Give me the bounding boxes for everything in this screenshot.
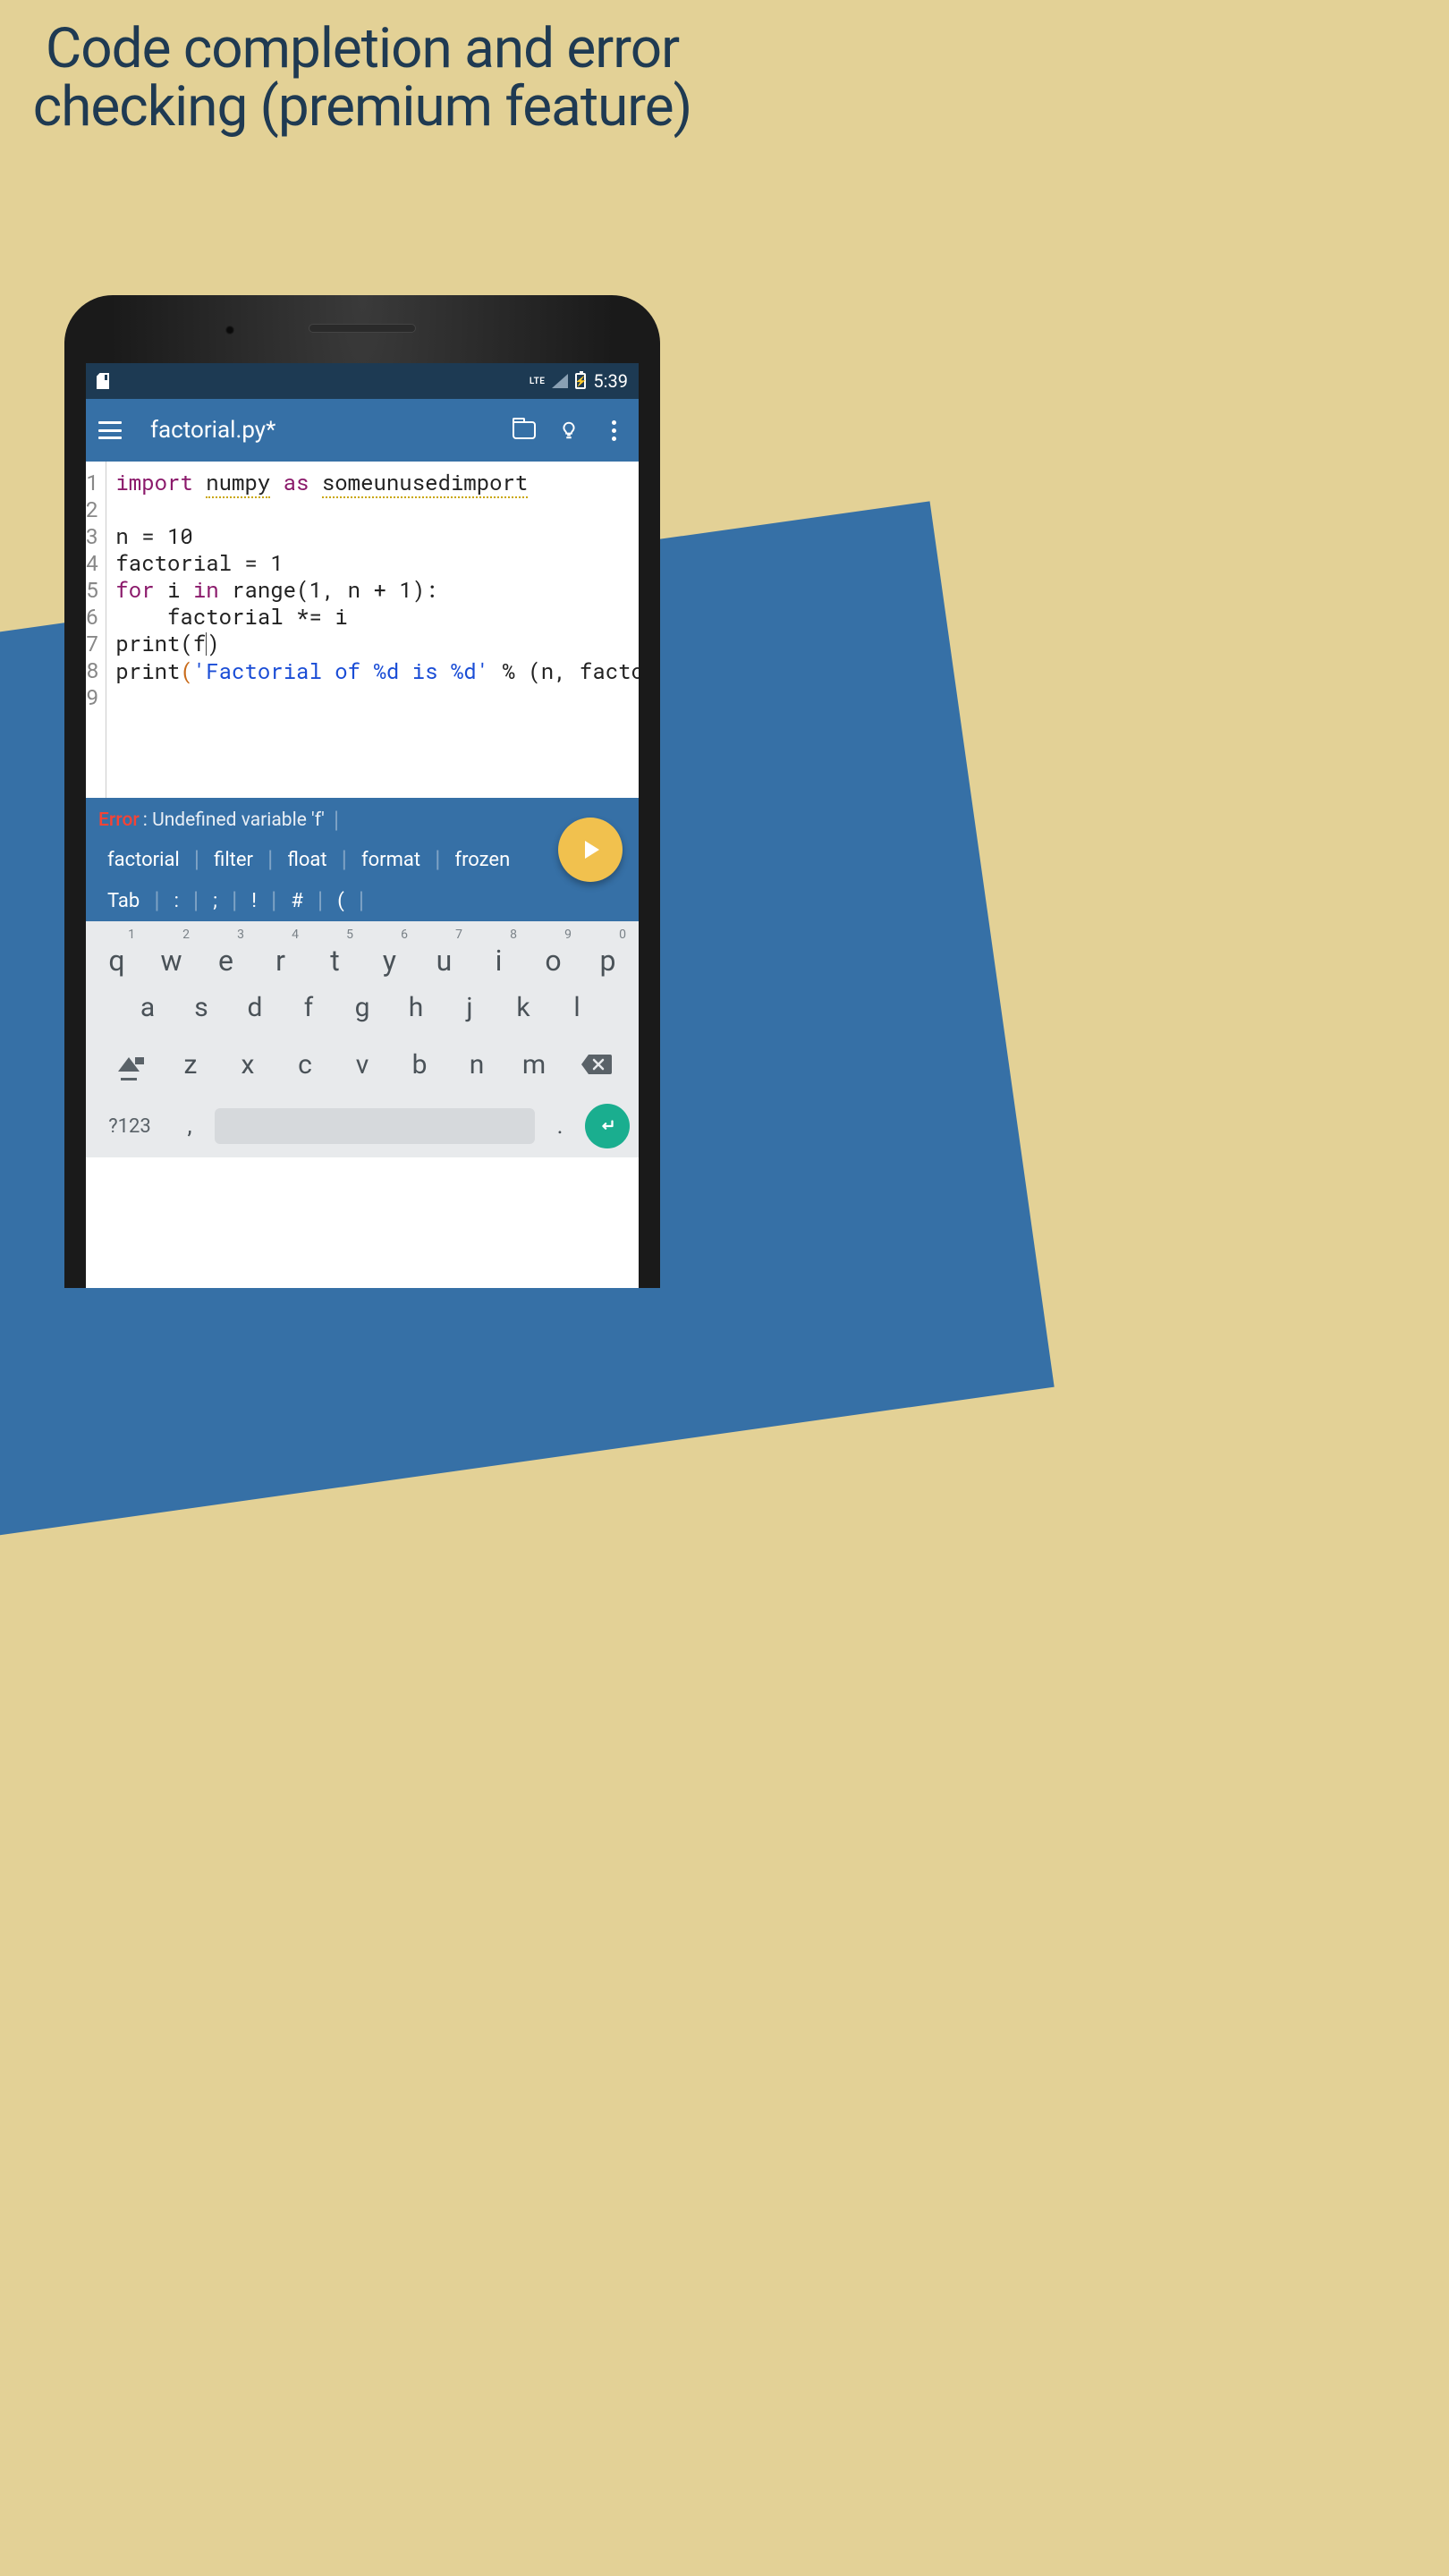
line-number: 5 [86, 576, 98, 603]
key-v[interactable]: v [336, 1043, 388, 1086]
key-d[interactable]: d [229, 986, 281, 1029]
lte-label: LTE [530, 377, 546, 386]
line-number: 4 [86, 549, 98, 576]
key-l[interactable]: l [551, 986, 603, 1029]
app-bar: factorial.py* [86, 399, 639, 462]
key-f[interactable]: f [283, 986, 335, 1029]
phone-speaker [309, 324, 416, 333]
line-number: 1 [86, 469, 98, 496]
separator-icon: | [194, 846, 199, 873]
ide-assist-bar: Error : Undefined variable 'f' | factori… [86, 798, 639, 921]
play-icon [585, 841, 599, 859]
run-button[interactable] [558, 818, 623, 882]
completion-item[interactable]: filter [205, 849, 262, 871]
period-key[interactable]: . [540, 1104, 580, 1148]
separator-icon: | [435, 846, 440, 873]
phone-frame: LTE ⚡ 5:39 factorial.py* [64, 295, 660, 1288]
line-number: 7 [86, 630, 98, 657]
key-n[interactable]: n [451, 1043, 503, 1086]
key-h[interactable]: h [390, 986, 442, 1029]
clock: 5:39 [593, 370, 628, 392]
separator-icon: | [232, 887, 237, 914]
symbol-key-([interactable]: ( [328, 890, 353, 912]
key-y[interactable]: 6y [362, 925, 417, 975]
separator-icon: | [359, 887, 364, 914]
overflow-menu-icon[interactable] [601, 418, 626, 443]
screen: LTE ⚡ 5:39 factorial.py* [86, 363, 639, 1288]
key-o[interactable]: 9o [526, 925, 580, 975]
enter-icon [597, 1116, 617, 1136]
line-number: 3 [86, 522, 98, 549]
completion-item[interactable]: frozen [445, 849, 519, 871]
menu-icon[interactable] [98, 421, 122, 439]
symbol-key-#[interactable]: # [282, 890, 312, 912]
separator-icon: | [318, 887, 323, 914]
key-x[interactable]: x [222, 1043, 274, 1086]
symbol-key-tab[interactable]: Tab [98, 890, 148, 912]
key-e[interactable]: 3e [199, 925, 253, 975]
folder-icon[interactable] [512, 418, 537, 443]
signal-icon [552, 374, 568, 388]
completion-row: factorial|filter|float|format|frozen [86, 839, 639, 880]
key-s[interactable]: s [175, 986, 227, 1029]
symbols-key[interactable]: ?123 [95, 1104, 165, 1148]
key-z[interactable]: z [165, 1043, 216, 1086]
phone-camera-dot [225, 326, 234, 335]
sd-card-icon [97, 373, 109, 389]
key-u[interactable]: 7u [417, 925, 471, 975]
code-editor[interactable]: 123456789 import numpy as someunusedimpo… [86, 462, 639, 798]
file-title: factorial.py* [150, 417, 492, 444]
error-text: : Undefined variable 'f' [143, 809, 325, 831]
symbol-key-:[interactable]: : [165, 890, 188, 912]
comma-key[interactable]: , [170, 1104, 209, 1148]
key-j[interactable]: j [444, 986, 496, 1029]
symbol-key-;[interactable]: ; [204, 890, 226, 912]
line-number: 8 [86, 657, 98, 683]
key-i[interactable]: 8i [471, 925, 526, 975]
error-row[interactable]: Error : Undefined variable 'f' | [86, 798, 639, 839]
separator-icon: | [193, 887, 199, 914]
key-m[interactable]: m [508, 1043, 560, 1086]
line-number: 9 [86, 683, 98, 710]
backspace-icon [580, 1053, 612, 1076]
separator-icon: | [267, 846, 273, 873]
key-b[interactable]: b [394, 1043, 445, 1086]
completion-item[interactable]: format [352, 849, 429, 871]
key-q[interactable]: 1q [89, 925, 144, 975]
code-area[interactable]: import numpy as someunusedimport n = 10 … [106, 462, 639, 798]
completion-item[interactable]: factorial [98, 849, 189, 871]
line-gutter: 123456789 [86, 462, 106, 798]
key-t[interactable]: 5t [308, 925, 362, 975]
key-k[interactable]: k [497, 986, 549, 1029]
keyboard: 1q2w3e4r5t6y7u8i9o0p asdfghjkl zxcvbnm [86, 921, 639, 1157]
separator-icon: | [154, 887, 159, 914]
spacebar[interactable] [215, 1108, 535, 1144]
key-a[interactable]: a [122, 986, 174, 1029]
line-number: 2 [86, 496, 98, 522]
bulb-icon[interactable] [556, 418, 581, 443]
enter-key[interactable] [585, 1104, 630, 1148]
shift-icon [118, 1057, 140, 1072]
battery-icon: ⚡ [575, 373, 586, 389]
symbol-key-![interactable]: ! [242, 890, 266, 912]
shift-key[interactable] [98, 1043, 159, 1086]
key-c[interactable]: c [279, 1043, 331, 1086]
headline: Code completion and error checking (prem… [0, 0, 724, 136]
key-w[interactable]: 2w [144, 925, 199, 975]
separator-icon: | [271, 887, 276, 914]
symbol-row: Tab|:|;|!|#|(| [86, 880, 639, 921]
backspace-key[interactable] [565, 1043, 626, 1086]
completion-item[interactable]: float [278, 849, 335, 871]
key-r[interactable]: 4r [253, 925, 308, 975]
line-number: 6 [86, 603, 98, 630]
error-label: Error [98, 809, 140, 831]
separator-icon: | [342, 846, 347, 873]
status-bar: LTE ⚡ 5:39 [86, 363, 639, 399]
key-g[interactable]: g [336, 986, 388, 1029]
key-p[interactable]: 0p [580, 925, 635, 975]
